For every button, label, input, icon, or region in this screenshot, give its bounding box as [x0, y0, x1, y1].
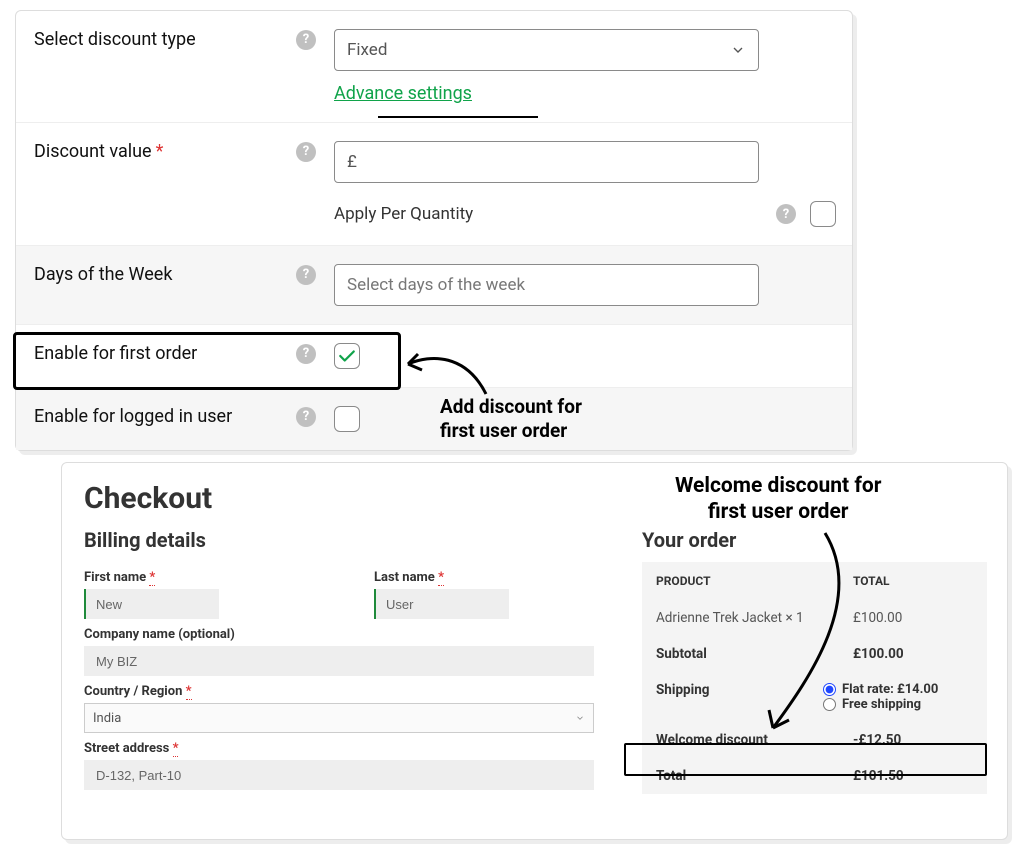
required-asterisk: * — [186, 684, 192, 700]
help-icon[interactable]: ? — [296, 344, 316, 364]
row-discount-type: Select discount type ? Fixed Advance set… — [16, 11, 852, 123]
billing-heading: Billing details — [84, 528, 594, 552]
country-label: Country / Region * — [84, 684, 594, 699]
apply-per-quantity-label: Apply Per Quantity — [334, 204, 776, 224]
company-name-label: Company name (optional) — [84, 627, 594, 642]
order-item-qty: × 1 — [785, 610, 803, 626]
company-name-field[interactable] — [84, 646, 594, 676]
billing-details: Billing details First name * Last name * — [84, 528, 594, 794]
checkmark-icon — [338, 349, 356, 363]
order-welcome-label: Welcome discount — [656, 732, 853, 748]
country-value: India — [93, 711, 121, 726]
annotation-1-line1: Add discount for — [440, 395, 582, 418]
apply-per-quantity-checkbox[interactable] — [810, 201, 836, 227]
order-table: PRODUCT TOTAL Adrienne Trek Jacket × 1 £… — [642, 562, 987, 794]
annotation-2-line1: Welcome discount for — [675, 474, 881, 498]
help-icon[interactable]: ? — [296, 407, 316, 427]
row-enable-first-order: Enable for first order ? — [16, 325, 852, 388]
order-subtotal-label: Subtotal — [656, 646, 853, 662]
order-total-label: Total — [656, 768, 853, 784]
required-asterisk: * — [149, 570, 155, 586]
days-of-week-placeholder: Select days of the week — [347, 275, 525, 295]
days-of-week-select[interactable]: Select days of the week — [334, 264, 759, 306]
required-asterisk: * — [438, 570, 444, 586]
order-subtotal-row: Subtotal £100.00 — [642, 636, 987, 672]
annotation-text-1: Add discount for first user order — [440, 395, 582, 443]
order-total-value: £101.50 — [853, 768, 973, 784]
annotation-text-2: Welcome discount for first user order — [675, 473, 881, 526]
enable-first-order-checkbox[interactable] — [334, 343, 360, 369]
shipping-flat-radio[interactable] — [823, 683, 836, 696]
help-icon[interactable]: ? — [776, 204, 796, 224]
order-item-name: Adrienne Trek Jacket — [656, 610, 782, 626]
order-item-row: Adrienne Trek Jacket × 1 £100.00 — [642, 600, 987, 636]
street-address-label: Street address * — [84, 741, 594, 756]
help-icon[interactable]: ? — [296, 142, 316, 162]
discount-type-value: Fixed — [347, 40, 387, 60]
discount-value-label: Discount value — [34, 141, 152, 162]
enable-first-order-label: Enable for first order — [34, 343, 197, 364]
first-name-label: First name * — [84, 570, 304, 585]
advance-settings-link[interactable]: Advance settings — [334, 83, 472, 104]
country-select[interactable]: India — [84, 703, 594, 733]
last-name-label: Last name * — [374, 570, 594, 585]
discount-type-select[interactable]: Fixed — [334, 29, 759, 71]
order-shipping-row: Shipping Flat rate: £14.00 Free shipping — [642, 672, 987, 722]
shipping-flat-option[interactable]: Flat rate: £14.00 — [823, 682, 973, 697]
order-item-total: £100.00 — [853, 610, 973, 626]
order-col-product: PRODUCT — [656, 574, 853, 588]
order-total-row: Total £101.50 — [642, 758, 987, 794]
chevron-down-icon — [730, 42, 746, 58]
order-shipping-label: Shipping — [656, 682, 823, 698]
order-subtotal-value: £100.00 — [853, 646, 973, 662]
last-name-field[interactable] — [374, 589, 509, 619]
row-days-of-week: Days of the Week ? Select days of the we… — [16, 246, 852, 325]
enable-logged-in-label: Enable for logged in user — [34, 406, 232, 427]
help-icon[interactable]: ? — [296, 265, 316, 285]
required-asterisk: * — [156, 141, 164, 162]
first-name-field[interactable] — [84, 589, 219, 619]
chevron-down-icon — [575, 713, 585, 723]
advance-settings-underline — [378, 116, 538, 118]
days-of-week-label: Days of the Week — [34, 264, 172, 285]
order-welcome-value: -£12.50 — [853, 732, 973, 748]
shipping-free-radio[interactable] — [823, 698, 836, 711]
discount-type-label: Select discount type — [34, 29, 196, 50]
discount-settings-panel: Select discount type ? Fixed Advance set… — [15, 10, 853, 451]
row-enable-logged-in: Enable for logged in user ? — [16, 388, 852, 450]
order-heading: Your order — [642, 528, 987, 552]
currency-prefix: £ — [347, 152, 357, 172]
annotation-2-line2: first user order — [708, 500, 849, 524]
shipping-free-option[interactable]: Free shipping — [823, 697, 973, 712]
required-asterisk: * — [173, 741, 179, 757]
help-icon[interactable]: ? — [296, 30, 316, 50]
discount-value-input[interactable]: £ — [334, 141, 759, 183]
order-welcome-discount-row: Welcome discount -£12.50 — [642, 722, 987, 758]
order-summary: Your order PRODUCT TOTAL Adrienne Trek J… — [642, 528, 987, 794]
order-col-total: TOTAL — [853, 574, 973, 588]
street-address-field[interactable] — [84, 760, 594, 790]
row-discount-value: Discount value * ? £ Apply Per Quantity … — [16, 123, 852, 246]
annotation-1-line2: first user order — [440, 419, 567, 442]
enable-logged-in-checkbox[interactable] — [334, 406, 360, 432]
